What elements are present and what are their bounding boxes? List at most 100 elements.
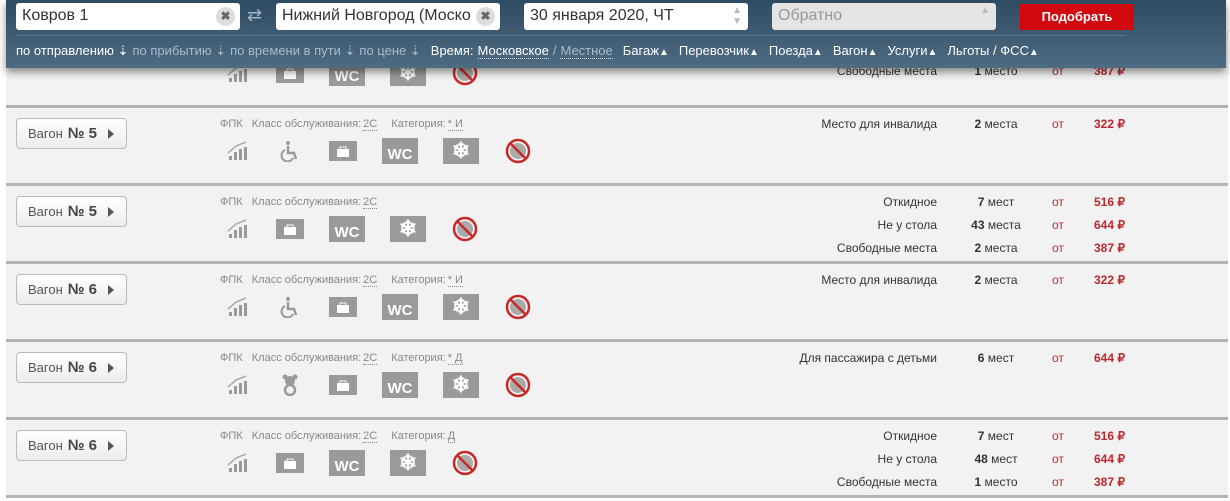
submit-button[interactable]: Подобрать: [1020, 4, 1134, 30]
service-class-link[interactable]: 2С: [363, 430, 378, 443]
seat-type-row[interactable]: Свободные места 2 места от 387 ₽: [706, 241, 1156, 264]
from-value: Ковров 1: [22, 7, 89, 24]
seat-type-row[interactable]: Место для инвалида 2 места от 322 ₽: [706, 273, 1156, 296]
carrier: ФПК: [220, 274, 243, 286]
seat-count: 48 мест: [966, 452, 1026, 466]
play-icon: [108, 128, 115, 139]
service-class-link[interactable]: 2С: [363, 196, 378, 209]
no-pets-icon: [504, 294, 532, 320]
filter-dropdown[interactable]: Услуги▲: [888, 43, 938, 59]
filter-dropdown[interactable]: Багаж▲: [623, 43, 669, 59]
wagon-button[interactable]: Вагон № 5: [16, 118, 127, 149]
wagon-number: № 6: [67, 359, 98, 376]
seat-type-name: Откидное: [883, 195, 937, 209]
seat-types: Откидное 7 мест от 516 ₽ Не у стола 48 мест от…: [706, 429, 1156, 498]
service-icons: WC ❄: [223, 138, 532, 164]
carrier: ФПК: [220, 352, 243, 364]
seat-types: Для пассажира с детьми 6 мест от 644 ₽: [706, 351, 1156, 374]
wheelchair-icon: [276, 294, 304, 320]
label: Поезда: [768, 43, 813, 58]
wc-icon: WC: [329, 216, 365, 242]
wagon-list: WC❄Откидное7 местот516 ₽Не у стола44 мес…: [6, 18, 1228, 498]
service-class-link[interactable]: 2С: [363, 118, 378, 131]
wagon-button[interactable]: Вагон № 5: [16, 196, 127, 227]
time-local-link[interactable]: Местное: [560, 43, 613, 59]
count: 1: [974, 475, 982, 489]
filter-dropdown[interactable]: Вагон▲: [833, 43, 878, 59]
sort-duration[interactable]: по времени в пути ⇣: [230, 43, 355, 59]
date-input[interactable]: 30 января 2020, ЧТ ▲ ▼: [524, 3, 748, 30]
seat-count: 2 места: [966, 273, 1026, 287]
category-link[interactable]: * И: [447, 274, 463, 287]
seat-type-row[interactable]: Место для инвалида 2 места от 322 ₽: [706, 117, 1156, 140]
wagon-info: ФПК Класс обслуживания: 2С: [220, 196, 391, 209]
class-label: Класс обслуживания:: [251, 352, 362, 364]
price: 516 ₽: [1094, 429, 1125, 443]
seat-type-row[interactable]: Для пассажира с детьми 6 мест от 644 ₽: [706, 351, 1156, 374]
class-label: Класс обслуживания:: [251, 274, 362, 286]
label: по времени в пути: [230, 43, 341, 58]
caret-up-icon: ▲: [748, 47, 759, 58]
clear-to-icon[interactable]: ✖: [476, 7, 495, 26]
sort-bar: по отправлению ⇣ по прибытию ⇣ по времен…: [16, 43, 1039, 59]
sort-icon: ⇣: [117, 43, 129, 58]
wagon-button[interactable]: Вагон № 6: [16, 274, 127, 305]
wagon-row: Вагон № 5 ФПК Класс обслуживания: 2С WC ❄ Отки…: [6, 186, 1228, 264]
count: 7: [977, 429, 985, 443]
service-class-link[interactable]: 2С: [363, 274, 378, 287]
seat-type-row[interactable]: Не у стола 43 места от 644 ₽: [706, 218, 1156, 241]
seat-type-row[interactable]: Откидное 7 мест от 516 ₽: [706, 195, 1156, 218]
no-pets-icon: [451, 216, 479, 242]
sort-departure[interactable]: по отправлению ⇣: [16, 43, 128, 59]
filter-dropdown[interactable]: Перевозчик▲: [679, 43, 759, 59]
teddy-bear-icon: [276, 372, 304, 398]
seat-type-row[interactable]: Не у стола 48 мест от 644 ₽: [706, 452, 1156, 475]
caret-up-icon: ▲: [867, 47, 878, 58]
seat-count: 2 места: [966, 117, 1026, 131]
filter-dropdown[interactable]: Поезда▲: [769, 43, 823, 59]
seat-count: 1 место: [966, 475, 1026, 489]
wagon-label: Вагон: [28, 360, 63, 375]
unit: мест: [991, 452, 1018, 466]
category-link[interactable]: * Д: [447, 352, 463, 365]
from-station-input[interactable]: Ковров 1 ✖: [16, 3, 240, 30]
price: 644 ₽: [1094, 452, 1125, 466]
to-station-input[interactable]: Нижний Новгород (Моско ✖: [276, 3, 500, 30]
return-spinner-icon[interactable]: ▲: [980, 5, 990, 16]
sort-price[interactable]: по цене ⇣: [359, 43, 420, 59]
seat-type-name: Для пассажира с детьми: [799, 351, 937, 365]
wagon-button[interactable]: Вагон № 6: [16, 352, 127, 383]
seat-type-row[interactable]: Свободные места 1 место от 387 ₽: [706, 475, 1156, 498]
filter-dropdown[interactable]: Льготы / ФСС▲: [947, 43, 1038, 59]
price: 322 ₽: [1094, 117, 1125, 131]
price: 644 ₽: [1094, 218, 1125, 232]
bag-icon: [329, 297, 357, 317]
sort-arrival[interactable]: по прибытию ⇣: [132, 43, 226, 59]
date-spinner-icon[interactable]: ▲ ▼: [732, 5, 742, 27]
service-class-link[interactable]: 2С: [363, 352, 378, 365]
service-icons: WC ❄: [223, 450, 479, 476]
category-label: Категория:: [391, 352, 446, 364]
label: по прибытию: [132, 43, 212, 58]
seat-type-name: Откидное: [883, 429, 937, 443]
service-icons: WC ❄: [223, 372, 532, 398]
seat-type-name: Не у стола: [877, 452, 937, 466]
from-label: от: [1052, 475, 1064, 489]
chart-icon: [223, 216, 251, 242]
label: по цене: [359, 43, 407, 58]
time-moscow-link[interactable]: Московское: [477, 43, 549, 59]
snowflake-icon: ❄: [443, 138, 479, 164]
category-link[interactable]: * И: [447, 118, 463, 131]
count: 2: [974, 117, 982, 131]
category-link[interactable]: Д: [447, 430, 456, 443]
clear-from-icon[interactable]: ✖: [216, 7, 235, 26]
wagon-button[interactable]: Вагон № 6: [16, 430, 127, 461]
return-date-input[interactable]: Обратно ▲: [772, 3, 996, 30]
time-separator: /: [552, 43, 557, 58]
count: 43: [971, 218, 985, 232]
seat-type-row[interactable]: Откидное 7 мест от 516 ₽: [706, 429, 1156, 452]
seat-type-name: Место для инвалида: [821, 117, 937, 131]
label: Льготы / ФСС: [947, 43, 1029, 58]
swap-icon[interactable]: ⇄: [247, 5, 262, 26]
seat-type-name: Не у стола: [877, 218, 937, 232]
